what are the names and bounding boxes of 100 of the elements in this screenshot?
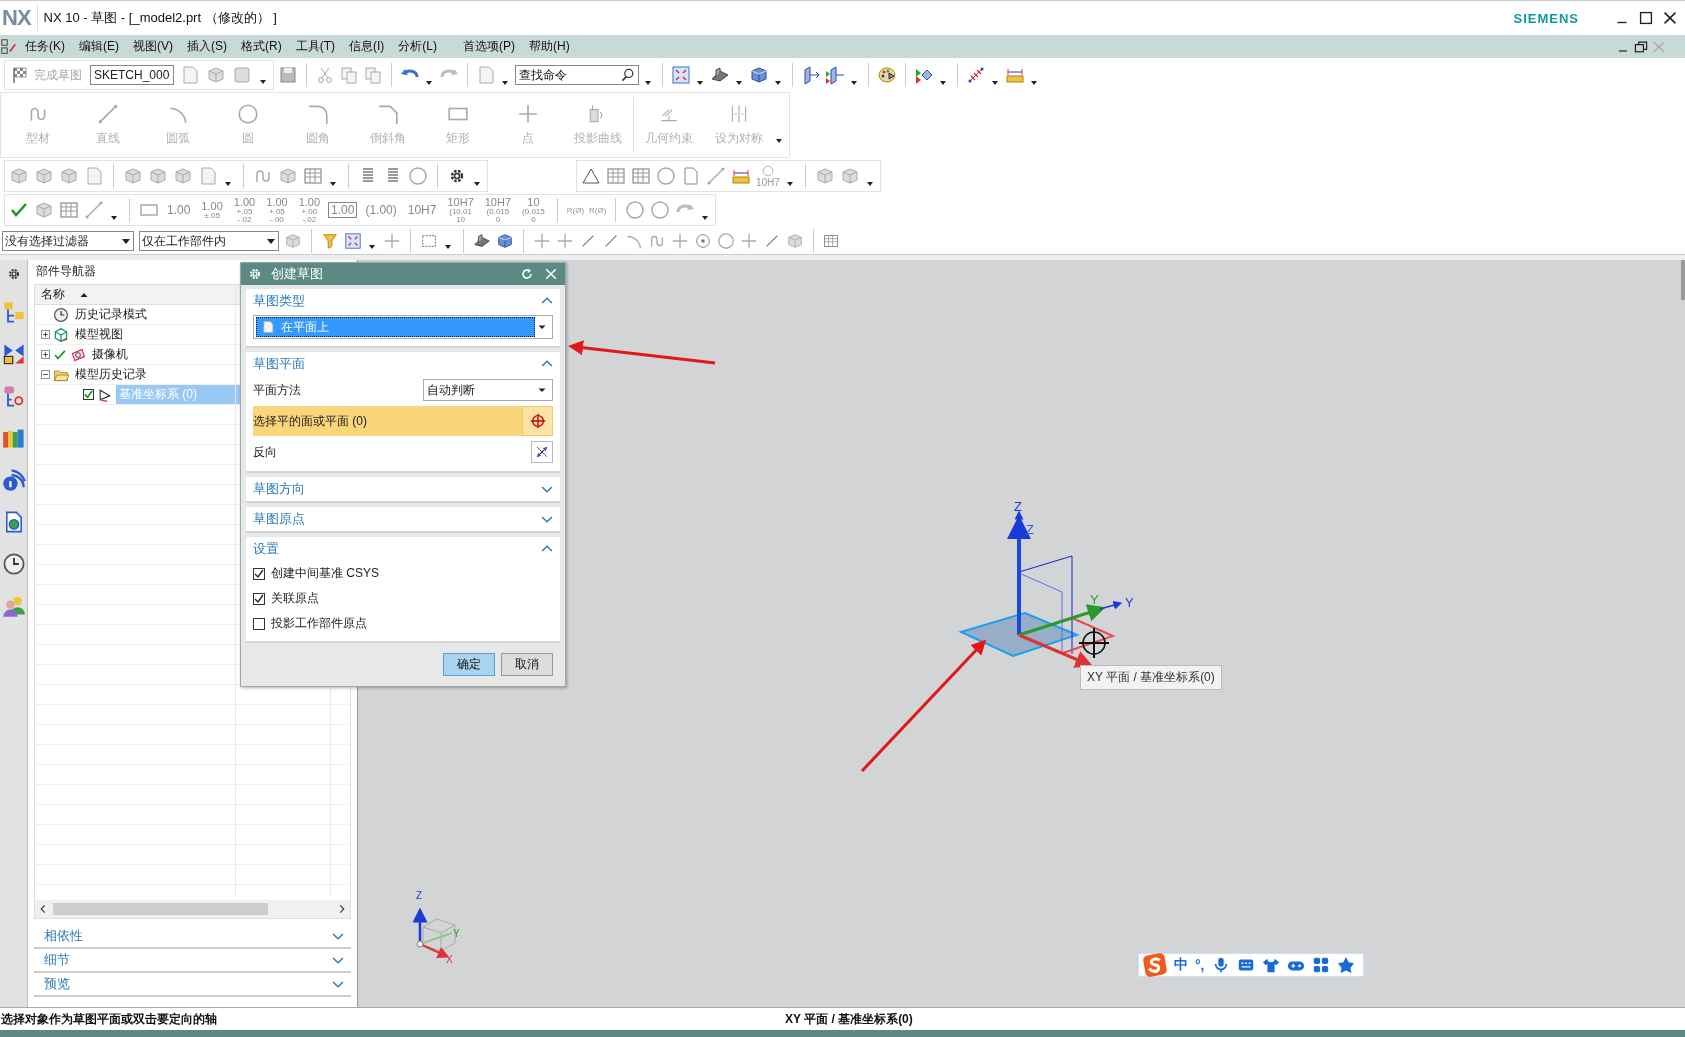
info-icon[interactable] [1,468,26,492]
section-header[interactable]: 设置 [246,537,560,561]
type-filter-dropdown[interactable]: 没有选择过滤器 [2,231,134,251]
dropdown-caret-icon[interactable] [850,78,858,86]
tree-item[interactable]: 历史记录模式 [72,305,150,324]
dropdown-caret-icon[interactable] [775,136,783,144]
menu-item[interactable]: 编辑(E) [72,36,126,57]
horizontal-scrollbar[interactable] [35,900,350,918]
sketch-type-dropdown[interactable]: 在平面上 [253,315,553,339]
menu-item[interactable]: 信息(I) [342,36,392,57]
radius-tool-button[interactable]: R(Ø) [566,205,585,215]
menu-item[interactable]: 任务(K) [18,36,72,57]
selection-row[interactable]: 选择平的面或平面 (0) [253,406,553,436]
menu-item[interactable]: 工具(T) [288,36,342,57]
section-header[interactable]: 草图方向 [246,477,560,501]
assembly-icon[interactable] [1,300,26,324]
dimension-format-button[interactable]: 10H7 (0.015 0 [481,196,515,224]
checkbox[interactable] [83,389,94,400]
grid-icon[interactable] [631,166,651,186]
checkbox[interactable] [253,617,265,630]
expand-toggle-icon[interactable] [41,330,50,339]
dialog-button[interactable]: 确定 [443,653,495,676]
menu-item[interactable]: 帮助(H) [522,36,577,57]
reverse-direction-button[interactable] [531,441,553,463]
fit-view-icon[interactable] [671,65,691,85]
tree-item[interactable]: 模型视图 [72,325,126,344]
dropdown-caret-icon[interactable] [735,78,743,86]
dropdown-caret-icon[interactable] [696,78,704,86]
people-icon[interactable] [1,594,26,618]
dropdown-caret-icon[interactable] [224,179,232,187]
dropdown-caret-icon[interactable] [329,179,337,187]
dropdown-caret-icon[interactable] [785,179,794,187]
checkbox[interactable] [253,592,265,605]
dropdown-caret-icon[interactable] [1030,78,1038,86]
maximize-icon[interactable] [1637,9,1655,27]
dropdown-caret-icon[interactable] [701,213,710,221]
dimension-format-button[interactable]: 1.00 +.05 -.02 [230,196,259,224]
language-toggle[interactable]: 中 [1174,956,1188,974]
save-icon[interactable] [278,65,298,85]
dropdown-caret-icon[interactable] [865,179,874,187]
menu-item[interactable]: 首选项(P) [456,36,522,57]
checkbox[interactable] [253,567,265,580]
solid-icon[interactable] [473,232,491,250]
dimension-format-button[interactable]: 10 (0.015 0 [519,196,548,224]
dimension-format-button[interactable]: (1.00) [362,204,400,216]
plane-method-dropdown[interactable]: 自动判断 [423,379,553,401]
menu-item[interactable]: 插入(S) [180,36,234,57]
star-icon[interactable] [1336,956,1355,974]
menu-item[interactable]: 视图(V) [126,36,180,57]
triangle-icon[interactable] [581,166,601,186]
collapse-toggle-icon[interactable] [41,370,50,379]
dropdown-caret-icon[interactable] [473,179,481,187]
dropdown-caret-icon[interactable] [110,213,118,221]
scrollbar-thumb[interactable] [1681,260,1685,300]
crosshair-button[interactable] [522,406,553,436]
dropdown-caret-icon[interactable] [444,242,452,250]
shaded-view-icon[interactable] [710,65,730,85]
close-icon[interactable] [1661,9,1679,27]
dimension-format-button[interactable]: 1.00 [328,202,358,218]
command-search-field[interactable]: 查找命令 [515,65,639,85]
dropdown-caret-icon[interactable] [368,242,376,250]
mirror-icon[interactable] [1,342,26,366]
dropdown-caret-icon[interactable] [774,78,782,86]
center-icon[interactable] [694,232,712,250]
clock-icon[interactable] [1,552,26,576]
grid-icon[interactable] [823,233,839,249]
apps-grid-icon[interactable] [1311,956,1330,974]
dropdown-caret-icon[interactable] [259,77,267,85]
dropdown-caret-icon[interactable] [425,78,433,86]
dropdown-caret-icon[interactable] [991,78,999,86]
dropdown-caret-icon[interactable] [939,78,947,86]
scope-dropdown[interactable]: 仅在工作部件内 [139,231,279,251]
box-select-icon[interactable] [420,232,438,250]
dialog-button[interactable]: 取消 [501,653,553,676]
hatch-line-icon[interactable] [966,65,986,85]
datum-csys-drawing[interactable]: Z Z Y Y [958,499,1134,668]
input-method-logo-icon[interactable] [1143,953,1167,977]
dropdown-caret-icon[interactable] [644,78,652,86]
dimension-format-button[interactable]: 10H7 (10.01 10 [444,196,477,224]
section-header[interactable]: 草图原点 [246,507,560,531]
tree-item[interactable]: 模型历史记录 [72,365,150,384]
section-header[interactable]: 草图平面 [246,352,560,376]
database-icon[interactable] [1,384,26,408]
plane-arrows-icon[interactable] [825,65,845,85]
radius-tool-button[interactable]: R(Ø) [589,205,607,215]
sketch-name-dropdown[interactable]: SKETCH_000 [90,65,174,85]
filter-icon[interactable] [321,232,339,250]
menu-item[interactable]: 格式(R) [234,36,289,57]
circle-icon[interactable] [717,232,735,250]
punctuation-toggle[interactable]: °, [1195,957,1205,973]
dimension-format-button[interactable]: 1.00 +.00 -.02 [295,196,324,224]
dimension-format-button[interactable]: 10H7 [404,204,440,216]
reset-icon[interactable] [519,266,535,282]
dimension-format-button[interactable]: 1.00 [164,204,194,216]
tree-item[interactable]: 摄像机 [89,345,131,364]
expand-toggle-icon[interactable] [41,350,50,359]
table-icon[interactable] [59,200,79,220]
cube-icon[interactable] [749,65,769,85]
table-icon[interactable] [606,166,626,186]
plane-arrow-icon[interactable] [801,65,821,85]
